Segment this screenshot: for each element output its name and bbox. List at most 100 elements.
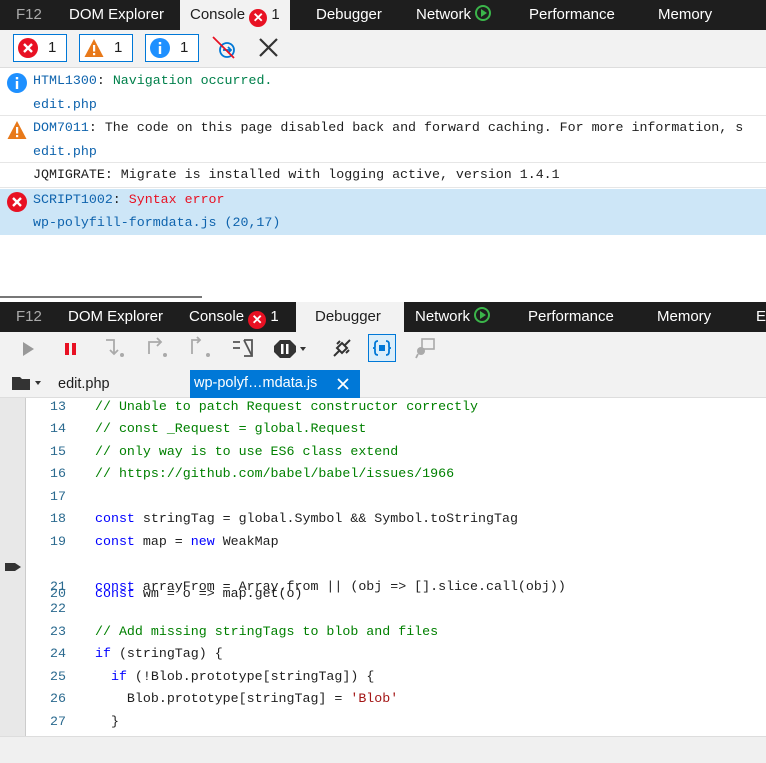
step-out-icon [191,336,210,357]
clear-on-navigate-button[interactable] [210,34,240,62]
error-icon: ✕ [249,9,268,27]
break-on-new-worker-button[interactable] [230,334,256,362]
tab-label: E [756,308,766,325]
error-icon [7,192,27,212]
tab-dom-explorer[interactable]: DOM Explorer [69,0,164,30]
step-over-button[interactable] [145,334,171,362]
message-text: The code on this page disabled back and … [104,120,744,135]
code-line: 27 } [0,714,766,737]
step-out-button[interactable] [188,334,214,362]
pretty-print-button[interactable] [368,334,396,362]
message-separator: : [96,73,113,88]
errors-filter-button[interactable]: 1 [13,34,67,62]
tab-f12[interactable]: F12 [16,0,42,30]
code-line: 26 Blob.prototype[stringTag] = 'Blob' [0,691,766,714]
console-tab-bar: F12 DOM Explorer Console ✕ 1 Debugger Ne… [0,0,766,30]
tab-label: DOM Explorer [69,6,165,23]
tab-label: Performance [529,6,615,23]
message-text: Syntax error [128,192,225,207]
line-text: // Add missing stringTags to blob and fi… [95,624,439,639]
disconnect-debugger-button[interactable] [328,334,356,362]
tab-console[interactable]: Console ✕ 1 [189,302,279,332]
tab-dom-explorer[interactable]: DOM Explorer [68,302,163,332]
line-number: 21 [50,579,66,594]
break-button[interactable] [60,334,82,362]
line-text: const map = new WeakMap [95,534,279,549]
tab-label: Memory [657,308,712,325]
file-tab-wp-polyfill-formdata[interactable]: wp-polyf…mdata.js [190,370,360,398]
message-separator: : [88,120,105,135]
message-separator: : [112,192,129,207]
info-icon [150,38,170,58]
line-number: 16 [50,466,66,481]
console-message-error[interactable]: SCRIPT1002: Syntax error wp-polyfill-for… [0,189,766,235]
message-text: Navigation occurred. [112,73,273,88]
error-count: 1 [270,308,279,325]
code-line: 17 [0,489,766,512]
line-text: // const _Request = global.Request [95,421,367,436]
file-tab-edit-php[interactable]: edit.php [58,371,110,397]
line-number: 19 [50,534,66,549]
step-into-button[interactable] [102,334,128,362]
tab-debugger[interactable]: Debugger [316,0,382,30]
line-number: 25 [50,669,66,684]
breakpoint-arrow-icon [5,563,21,571]
message-source-link[interactable]: edit.php [33,97,97,112]
code-line: 16 // https://github.com/babel/babel/issu… [0,466,766,489]
tab-memory[interactable]: Memory [657,302,711,332]
messages-filter-button[interactable]: 1 [145,34,199,62]
error-icon [18,38,38,58]
tab-network[interactable]: Network [415,302,491,332]
line-text: const stringTag = global.Symbol && Symbo… [95,511,518,526]
message-code-link[interactable]: SCRIPT1002 [33,192,113,207]
tab-label: F12 [16,308,42,325]
line-text: // Unable to patch Request constructor c… [95,399,479,414]
line-text: // only way is to use ES6 class extend [95,444,399,459]
tab-network[interactable]: Network [416,0,492,30]
exception-behavior-button[interactable] [272,334,308,362]
error-count: 1 [271,6,280,23]
open-document-button[interactable] [10,373,44,393]
code-line: 21 const arrayFrom = Array.from || (obj =… [0,579,766,602]
tab-memory[interactable]: Memory [658,0,712,30]
line-text: // https://github.com/babel/babel/issues… [95,466,455,481]
tab-debugger[interactable]: Debugger [296,302,404,332]
close-icon[interactable] [336,377,350,391]
close-icon [259,38,278,57]
code-line: 22 [0,601,766,624]
horizontal-scrollbar[interactable] [0,736,766,763]
line-text: } [95,714,119,729]
step-into-icon [106,339,124,357]
continue-button[interactable] [18,334,40,362]
code-line: 13 // Unable to patch Request constructor… [0,399,766,422]
error-icon: ✕ [248,311,267,329]
file-tab-label: wp-polyf…mdata.js [194,375,318,391]
tab-performance[interactable]: Performance [528,302,614,332]
warnings-count: 1 [114,39,123,56]
message-code-link[interactable]: HTML1300 [33,73,97,88]
tab-label: Debugger [315,308,381,325]
message-source-link[interactable]: wp-polyfill-formdata.js (20,17) [33,215,280,230]
line-text: if (!Blob.prototype[stringTag]) { [110,669,375,684]
errors-count: 1 [48,39,57,56]
just-my-code-button[interactable] [412,334,440,362]
debugger-tab-bar: F12 DOM Explorer Console ✕ 1 Debugger Ne… [0,302,766,332]
record-icon [474,307,491,323]
tab-performance[interactable]: Performance [529,0,615,30]
panel-splitter[interactable] [0,296,202,298]
warnings-filter-button[interactable]: 1 [79,34,133,62]
clear-console-button[interactable] [255,34,283,62]
tab-console[interactable]: Console ✕ 1 [180,0,290,30]
just-my-code-icon [415,338,435,359]
message-code-link[interactable]: DOM7011 [33,120,89,135]
pause-icon [65,343,76,355]
code-line: 19 const map = new WeakMap [0,534,766,557]
tab-label: Performance [528,308,614,325]
tab-f12[interactable]: F12 [16,302,42,332]
message-source-link[interactable]: edit.php [33,144,97,159]
console-message-log: JQMIGRATE: Migrate is installed with log… [0,164,766,188]
console-message-warning: DOM7011: The code on this page disabled … [0,117,766,163]
tab-label: Console [189,308,245,325]
tab-emulation[interactable]: E [756,302,766,332]
line-number: 15 [50,444,66,459]
